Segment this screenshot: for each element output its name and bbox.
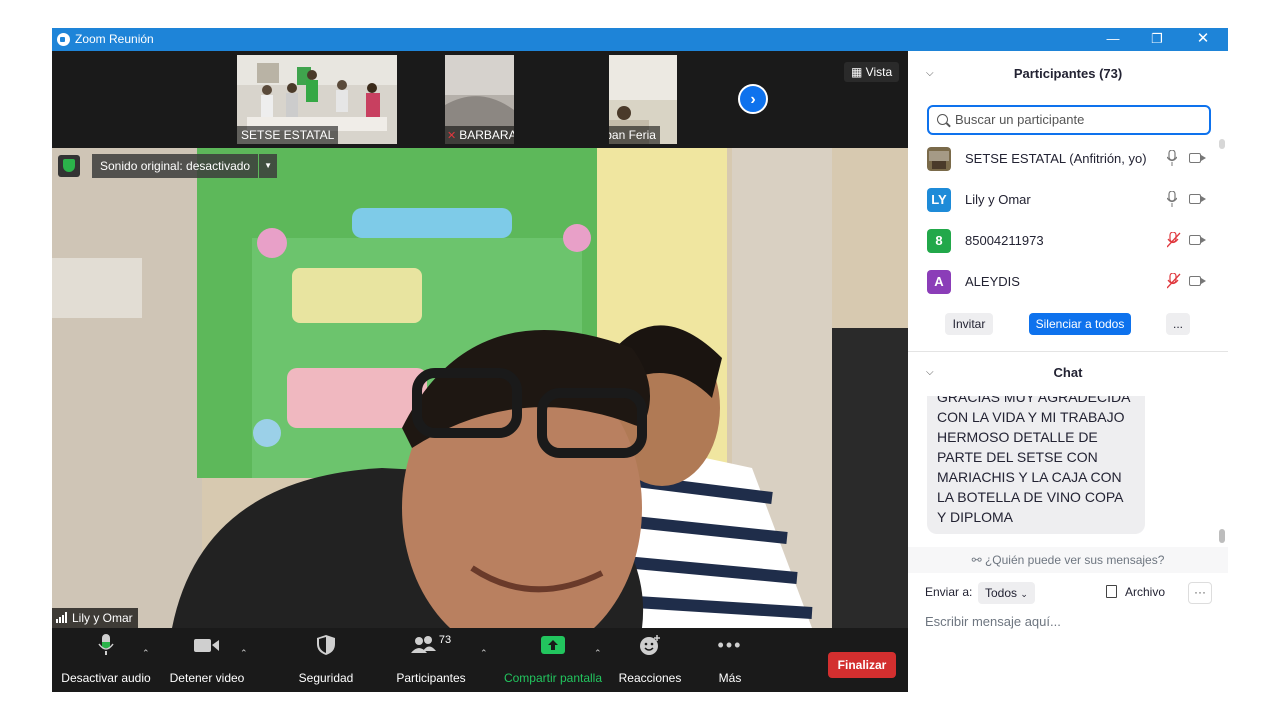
chat-scrollbar[interactable] xyxy=(1219,529,1225,543)
chat-message: GRACIAS MUY AGRADECIDA CON LA VIDA Y MI … xyxy=(927,396,1145,534)
participants-icon xyxy=(410,636,436,653)
video-camera-icon[interactable] xyxy=(1189,276,1206,286)
avatar: 8 xyxy=(927,229,951,253)
panel-divider xyxy=(908,351,1228,352)
view-button[interactable]: ▦ Vista xyxy=(844,62,900,82)
participant-row[interactable]: A ALEYDIS xyxy=(927,267,1217,297)
microphone-muted-icon[interactable] xyxy=(1167,273,1181,289)
emoji-reaction-icon xyxy=(640,635,660,655)
original-sound-toggle[interactable]: Sonido original: desactivado xyxy=(92,154,259,178)
thumbnail-strip: SETSE ESTATAL ✕BARBARA ME... ✕Esteban Fe… xyxy=(52,51,908,148)
share-screen-icon xyxy=(541,636,565,654)
file-icon xyxy=(1106,585,1117,598)
shield-icon xyxy=(317,635,335,655)
stop-video-button[interactable]: Detener video xyxy=(164,628,250,692)
side-panel: ⌵ Participantes (73) Buscar un participa… xyxy=(908,51,1228,692)
participant-search-input[interactable]: Buscar un participante xyxy=(927,105,1211,135)
minimize-button[interactable]: — xyxy=(1090,28,1136,51)
participant-row[interactable]: LY Lily y Omar xyxy=(927,185,1217,215)
mic-muted-icon: ✕ xyxy=(447,130,457,142)
more-button[interactable]: ••• Más xyxy=(702,628,758,692)
mute-all-button[interactable]: Silenciar a todos xyxy=(1029,313,1131,335)
active-speaker-video: Sonido original: desactivado ▼ Lily y Om… xyxy=(52,148,908,628)
share-options-caret[interactable]: ⌃ xyxy=(594,648,602,659)
grid-icon: ▦ xyxy=(851,65,866,79)
sound-badge: Sonido original: desactivado ▼ xyxy=(58,154,278,178)
video-thumbnail[interactable]: ✕BARBARA ME... xyxy=(445,55,514,144)
video-options-caret[interactable]: ⌃ xyxy=(240,648,248,659)
video-camera-icon[interactable] xyxy=(1189,153,1206,163)
more-dots-icon: ••• xyxy=(717,634,743,655)
avatar: A xyxy=(927,270,951,294)
file-button[interactable]: Archivo xyxy=(1106,585,1165,599)
zoom-logo-icon xyxy=(57,33,70,46)
share-screen-button[interactable]: Compartir pantalla xyxy=(500,628,606,692)
thumbnail-name: SETSE ESTATAL xyxy=(237,126,339,144)
video-thumbnail[interactable]: ✕Esteban Feria xyxy=(609,55,677,144)
participants-count: 73 xyxy=(438,634,452,646)
restore-button[interactable]: ❐ xyxy=(1134,28,1180,51)
microphone-muted-icon[interactable] xyxy=(1167,232,1181,248)
meeting-toolbar: Desactivar audio ⌃ Detener video ⌃ Segur… xyxy=(52,628,908,692)
invite-button[interactable]: Invitar xyxy=(945,313,993,335)
window-title: Zoom Reunión xyxy=(75,32,154,46)
video-camera-icon xyxy=(194,639,219,652)
next-page-button[interactable]: › xyxy=(738,84,768,114)
chat-more-button[interactable]: ··· xyxy=(1188,582,1212,604)
who-can-see-messages[interactable]: ⚯ ¿Quién puede ver sus mensajes? xyxy=(908,547,1228,573)
speaker-name-label: Lily y Omar xyxy=(52,608,138,628)
video-thumbnail[interactable]: SETSE ESTATAL xyxy=(237,55,397,144)
sound-dropdown-caret[interactable]: ▼ xyxy=(259,154,278,178)
video-area: SETSE ESTATAL ✕BARBARA ME... ✕Esteban Fe… xyxy=(52,51,908,692)
security-shield-icon xyxy=(58,155,80,177)
participants-more-button[interactable]: ... xyxy=(1166,313,1190,335)
search-icon xyxy=(937,114,948,125)
chat-message-input[interactable]: Escribir mensaje aquí... xyxy=(925,614,1061,629)
chevron-down-icon: ⌄ xyxy=(1020,589,1028,599)
participant-row[interactable]: SETSE ESTATAL (Anfitrión, yo) xyxy=(927,144,1217,174)
chat-panel-title: Chat xyxy=(1053,365,1083,380)
audio-options-caret[interactable]: ⌃ xyxy=(142,648,150,659)
send-to-dropdown[interactable]: Todos ⌄ xyxy=(978,582,1035,604)
title-bar: Zoom Reunión — ❐ ✕ xyxy=(52,28,1228,51)
participants-scrollbar[interactable] xyxy=(1219,139,1225,149)
microphone-icon[interactable] xyxy=(1167,191,1177,207)
participants-options-caret[interactable]: ⌃ xyxy=(480,648,488,659)
zoom-window: Zoom Reunión — ❐ ✕ SETSE ESTATAL ✕ BARBA… xyxy=(52,28,1228,692)
signal-strength-icon xyxy=(56,612,69,623)
microphone-icon[interactable] xyxy=(1167,150,1177,166)
avatar xyxy=(927,147,951,171)
participants-panel-title: Participantes (73) xyxy=(1013,66,1123,81)
thumbnail-name: ✕Esteban Feria xyxy=(609,126,660,144)
avatar: LY xyxy=(927,188,951,212)
reactions-button[interactable]: Reacciones xyxy=(616,628,684,692)
thumbnail-name: ✕BARBARA ME... xyxy=(445,126,514,144)
end-meeting-button[interactable]: Finalizar xyxy=(828,652,896,678)
send-to-label: Enviar a: xyxy=(925,585,973,599)
video-camera-icon[interactable] xyxy=(1189,194,1206,204)
close-button[interactable]: ✕ xyxy=(1180,28,1226,51)
video-camera-icon[interactable] xyxy=(1189,235,1206,245)
security-button[interactable]: Seguridad xyxy=(292,628,360,692)
mute-audio-button[interactable]: Desactivar audio xyxy=(58,628,154,692)
participant-row[interactable]: 8 85004211973 xyxy=(927,226,1217,256)
speaker-video-frame xyxy=(52,148,908,628)
participants-button[interactable]: 73 Participantes xyxy=(392,628,470,692)
microphone-icon xyxy=(98,634,114,655)
person-icon: ⚯ xyxy=(971,553,985,567)
